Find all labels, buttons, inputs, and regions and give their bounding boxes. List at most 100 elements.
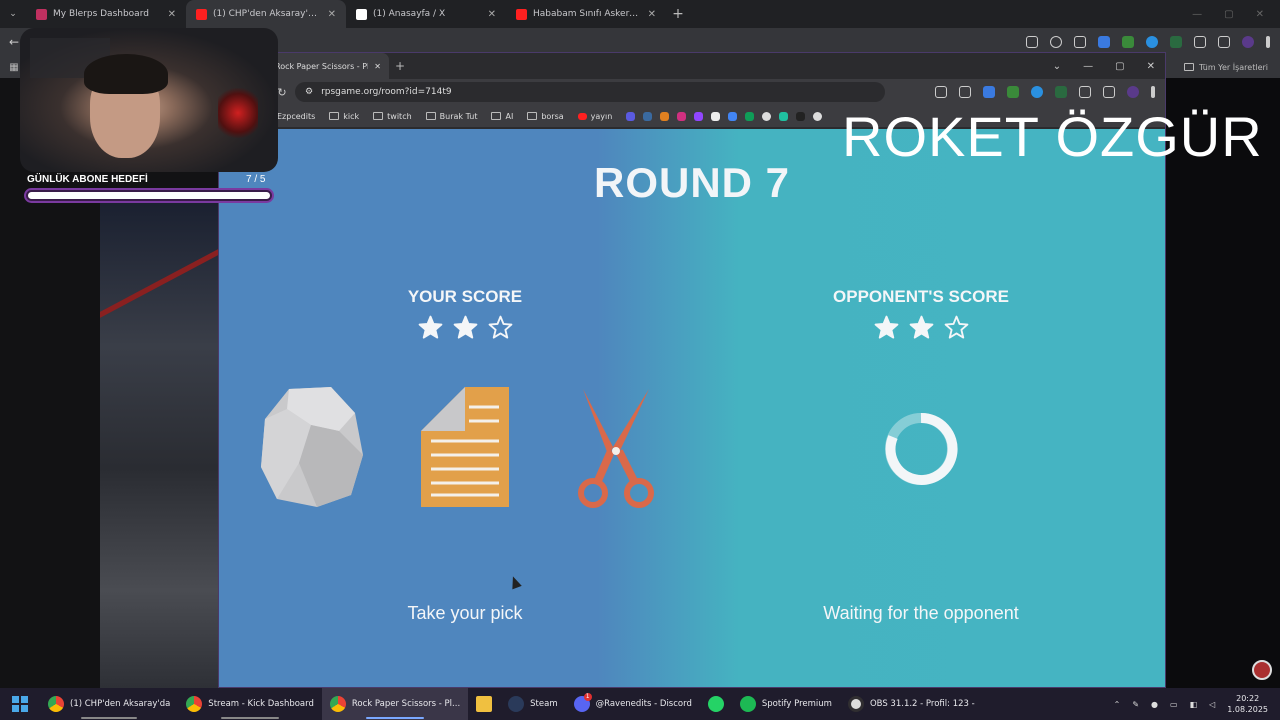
- volume-icon[interactable]: ◁: [1209, 700, 1215, 709]
- extensions-puzzle-icon[interactable]: [1194, 36, 1206, 48]
- new-tab-icon[interactable]: +: [389, 59, 411, 73]
- whatsapp-icon: [707, 696, 724, 712]
- bookmark-app-icon[interactable]: [643, 111, 653, 121]
- rock-choice-button[interactable]: [259, 383, 365, 509]
- scissors-choice-button[interactable]: [575, 385, 659, 509]
- running-indicator: [81, 717, 137, 719]
- bookmark-ai[interactable]: AI: [491, 112, 513, 121]
- sub-goal-count: 7 / 5: [246, 174, 266, 185]
- your-score-filled-star-icon: [453, 315, 477, 339]
- twitch-icon[interactable]: [694, 111, 704, 121]
- profile-avatar-icon[interactable]: [1127, 86, 1139, 98]
- extension-blue-icon[interactable]: [1031, 86, 1043, 98]
- extensions-puzzle-icon[interactable]: [1079, 86, 1091, 98]
- taskbar-chrome-kick[interactable]: Stream - Kick Dashboard: [178, 688, 322, 720]
- sub-goal-progress-bar: [24, 188, 274, 203]
- outer-tab-x[interactable]: (1) Anasayfa / X ✕: [346, 0, 506, 28]
- bookmark-app-icon[interactable]: [779, 111, 789, 121]
- minimize-icon[interactable]: —: [1083, 61, 1093, 72]
- reading-list-icon[interactable]: [1218, 36, 1230, 48]
- reading-list-icon[interactable]: [1103, 86, 1115, 98]
- outer-tab-label: (1) Anasayfa / X: [373, 9, 446, 19]
- bookmark-ezpcedits[interactable]: Ezpcedits: [277, 112, 315, 121]
- taskbar-whatsapp[interactable]: [700, 688, 732, 720]
- close-tab-icon[interactable]: ✕: [648, 9, 656, 20]
- maximize-icon[interactable]: ▢: [1115, 61, 1124, 72]
- all-bookmarks-link[interactable]: Tüm Yer İşaretleri: [1183, 63, 1280, 72]
- chrome-icon: [329, 696, 346, 712]
- taskbar-chrome-rps[interactable]: Rock Paper Scissors - Pl...: [321, 688, 469, 720]
- translate-icon[interactable]: [935, 86, 947, 98]
- inner-extension-icons: [935, 86, 1165, 98]
- bookmark-yayin[interactable]: yayın: [577, 112, 612, 121]
- outer-tab-label: (1) CHP'den Aksaray'da "M...: [213, 9, 322, 19]
- tray-chevron-up-icon[interactable]: ⌃: [1114, 700, 1121, 709]
- bookmark-twitch[interactable]: twitch: [373, 112, 412, 121]
- sheets-icon[interactable]: [745, 111, 755, 121]
- bookmark-app-icon[interactable]: [813, 111, 823, 121]
- menu-kebab-icon[interactable]: [1266, 36, 1270, 48]
- taskbar-label: @Ravenedits - Discord: [595, 699, 692, 709]
- site-info-icon[interactable]: ⚙: [305, 87, 313, 97]
- outer-tab-youtube-chp[interactable]: (1) CHP'den Aksaray'da "M... ✕: [186, 0, 346, 28]
- webcam-person-hair: [84, 54, 168, 94]
- network-icon[interactable]: ◧: [1190, 700, 1198, 709]
- display-icon[interactable]: ▭: [1170, 700, 1178, 709]
- close-tab-icon[interactable]: ✕: [374, 62, 381, 71]
- bookmark-burak-tut[interactable]: Burak Tut: [425, 112, 477, 121]
- bookmark-star-icon[interactable]: [959, 86, 971, 98]
- openai-icon[interactable]: [762, 111, 772, 121]
- close-tab-icon[interactable]: ✕: [328, 9, 336, 20]
- blerps-favicon-icon: [36, 8, 47, 20]
- taskbar-clock[interactable]: 20:22 1.08.2025: [1227, 693, 1268, 715]
- taskbar-chrome-chp[interactable]: (1) CHP'den Aksaray'da: [40, 688, 178, 720]
- extension-wave-icon[interactable]: [1098, 36, 1110, 48]
- x-icon[interactable]: [711, 111, 721, 121]
- screen-cast-icon[interactable]: [1026, 36, 1038, 48]
- zoom-icon[interactable]: [1050, 36, 1062, 48]
- bookmark-star-icon[interactable]: [1074, 36, 1086, 48]
- taskbar-discord[interactable]: 1 @Ravenedits - Discord: [566, 688, 700, 720]
- extension-green-icon[interactable]: [1122, 36, 1134, 48]
- bookmark-app-icon[interactable]: [660, 111, 670, 121]
- extension-dark-icon[interactable]: [1055, 86, 1067, 98]
- inner-tab-rps[interactable]: Rock Paper Scissors - Play Onli... ✕: [267, 53, 389, 79]
- extension-dark-icon[interactable]: [1170, 36, 1182, 48]
- maximize-icon[interactable]: ▢: [1224, 9, 1233, 20]
- minimize-icon[interactable]: —: [1192, 9, 1202, 20]
- bookmark-app-icon[interactable]: [626, 111, 636, 121]
- outer-tab-blerps[interactable]: My Blerps Dashboard ✕: [26, 0, 186, 28]
- menu-kebab-icon[interactable]: [1151, 86, 1155, 98]
- taskbar-spotify[interactable]: Spotify Premium: [732, 688, 840, 720]
- address-bar[interactable]: ⚙ rpsgame.org/room?id=714t9: [295, 82, 885, 102]
- pen-icon[interactable]: ✎: [1132, 700, 1139, 709]
- folder-icon: [329, 112, 340, 120]
- bookmark-borsa[interactable]: borsa: [527, 112, 564, 121]
- taskbar-file-explorer[interactable]: [468, 688, 500, 720]
- docs-icon[interactable]: [728, 111, 738, 121]
- new-tab-icon[interactable]: +: [666, 6, 690, 22]
- extension-wave-icon[interactable]: [983, 86, 995, 98]
- instagram-icon[interactable]: [677, 111, 687, 121]
- bookmark-app-icon[interactable]: [796, 111, 806, 121]
- streamer-name-overlay: ROKET ÖZGÜR: [842, 105, 1263, 168]
- close-tab-icon[interactable]: ✕: [168, 9, 176, 20]
- extension-blue-icon[interactable]: [1146, 36, 1158, 48]
- microphone-icon[interactable]: ●: [1151, 700, 1158, 709]
- taskbar-obs[interactable]: OBS 31.1.2 - Profil: 123 -: [840, 688, 983, 720]
- close-tab-icon[interactable]: ✕: [488, 9, 496, 20]
- taskbar-steam[interactable]: Steam: [500, 688, 565, 720]
- chevron-down-icon[interactable]: ⌄: [1053, 61, 1061, 72]
- close-window-icon[interactable]: ✕: [1256, 9, 1264, 20]
- extension-green-icon[interactable]: [1007, 86, 1019, 98]
- close-window-icon[interactable]: ✕: [1147, 61, 1155, 72]
- outer-tab-label: My Blerps Dashboard: [53, 9, 149, 19]
- inner-window-controls: ⌄ — ▢ ✕: [1053, 61, 1165, 72]
- paper-choice-button[interactable]: [419, 385, 511, 509]
- start-button[interactable]: [0, 696, 40, 712]
- outer-tab-label: Hababam Sınıfı Askerde | Şafak: [533, 9, 642, 19]
- outer-tab-hababam[interactable]: Hababam Sınıfı Askerde | Şafak ✕: [506, 0, 666, 28]
- tab-search-icon[interactable]: ⌄: [0, 0, 26, 28]
- profile-avatar-icon[interactable]: [1242, 36, 1254, 48]
- bookmark-kick[interactable]: kick: [329, 112, 359, 121]
